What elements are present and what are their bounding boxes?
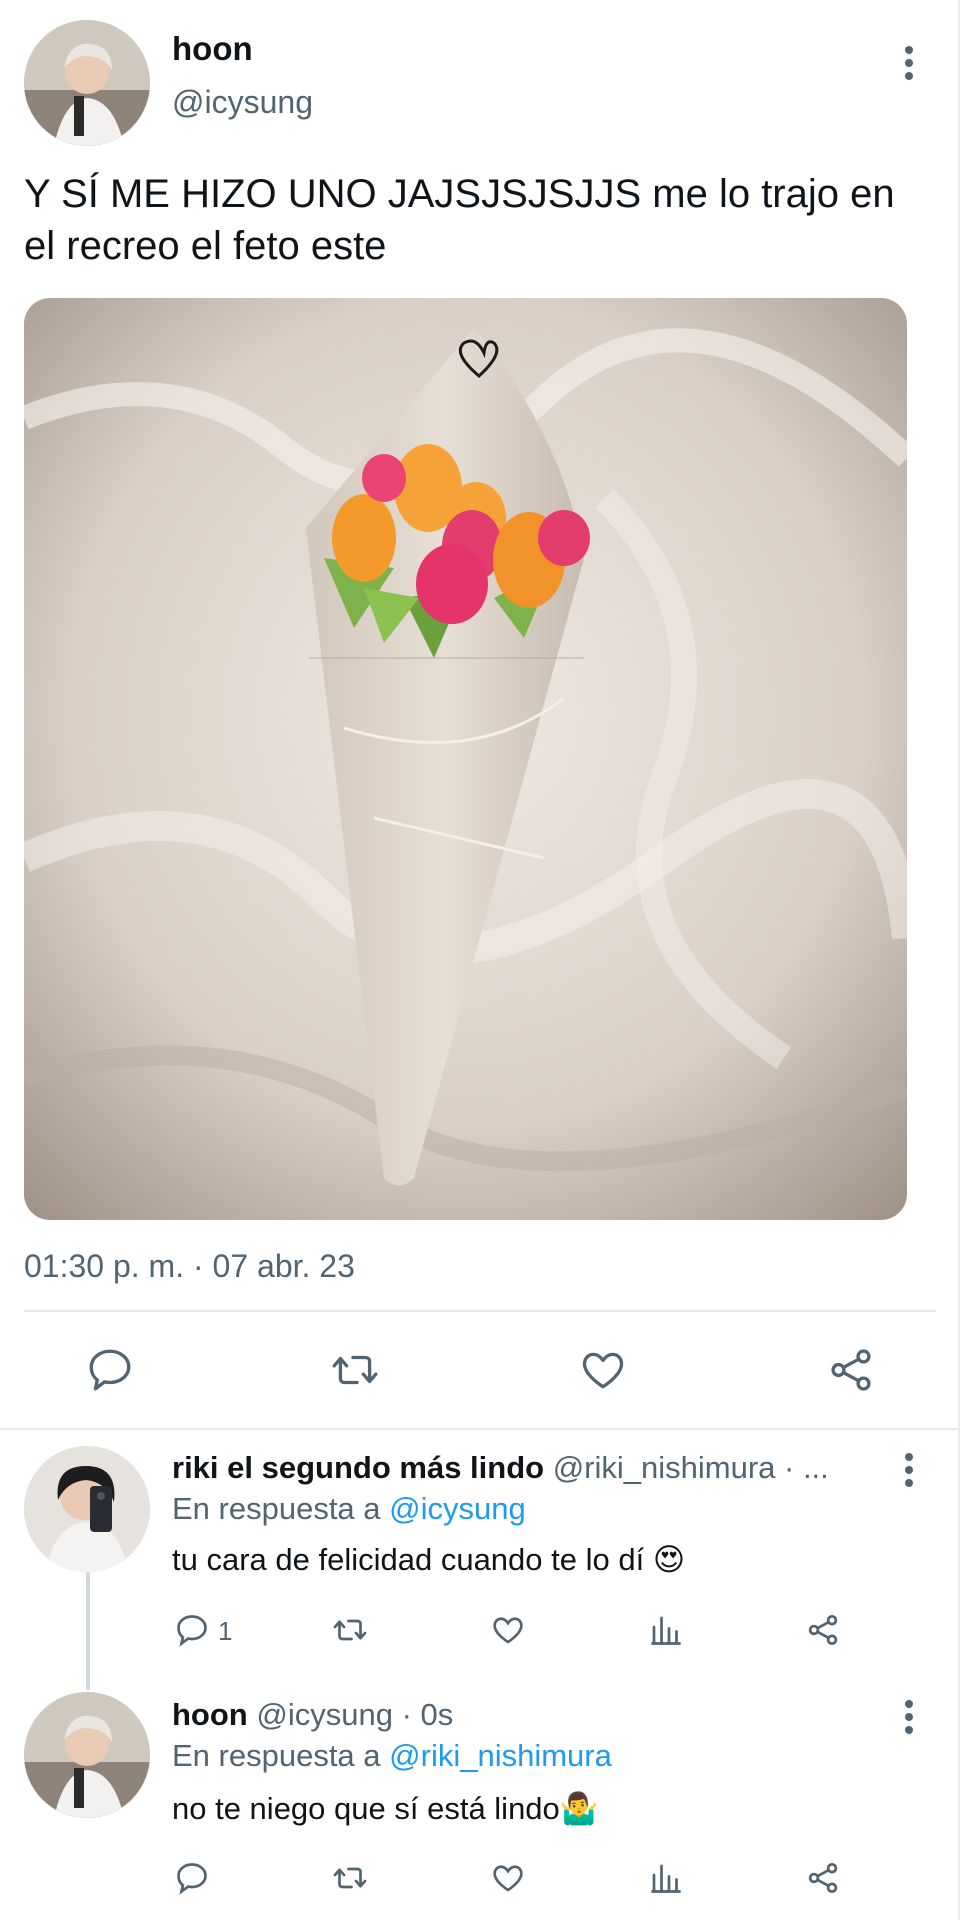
reply-icon[interactable] [85, 1345, 135, 1395]
reply-text: tu cara de felicidad cuando te lo dí 😍 [172, 1542, 686, 1577]
like-icon[interactable] [578, 1345, 628, 1395]
analytics-icon[interactable] [648, 1860, 684, 1896]
reply-context: En respuesta a @icysung [172, 1491, 526, 1527]
avatar[interactable] [24, 1446, 150, 1572]
reply-icon[interactable] [174, 1612, 210, 1648]
reply-header: hoon @icysung · 0s [172, 1697, 453, 1733]
retweet-icon[interactable] [332, 1860, 368, 1896]
reply-icon[interactable] [174, 1860, 210, 1896]
handle[interactable]: @icysung · 0s [256, 1697, 453, 1732]
more-options-icon[interactable] [904, 1453, 914, 1492]
more-options-icon[interactable] [904, 1700, 914, 1739]
reply-count: 1 [218, 1616, 233, 1646]
reply-prefix: En respuesta a [172, 1738, 381, 1773]
reply-context: En respuesta a @riki_nishimura [172, 1738, 612, 1774]
tweet-text: Y SÍ ME HIZO UNO JAJSJSJSJJS me lo trajo… [24, 172, 895, 268]
display-name[interactable]: hoon [172, 1697, 248, 1732]
handle[interactable]: @icysung [172, 84, 313, 121]
handle[interactable]: @riki_nishimura · ... [553, 1450, 829, 1485]
retweet-icon[interactable] [332, 1612, 368, 1648]
analytics-icon[interactable] [648, 1612, 684, 1648]
tweet-timestamp: 01:30 p. m. · 07 abr. 23 [24, 1248, 355, 1284]
avatar[interactable] [24, 1692, 150, 1818]
divider [24, 1310, 936, 1312]
retweet-icon[interactable] [330, 1345, 380, 1395]
share-icon[interactable] [805, 1612, 841, 1648]
thread-line [86, 1570, 90, 1690]
display-name[interactable]: riki el segundo más lindo [172, 1450, 544, 1485]
avatar[interactable] [24, 20, 150, 146]
reply-header: riki el segundo más lindo @riki_nishimur… [172, 1450, 872, 1486]
like-icon[interactable] [490, 1860, 526, 1896]
share-icon[interactable] [805, 1860, 841, 1896]
like-icon[interactable] [490, 1612, 526, 1648]
reply-text: no te niego que sí está lindo🤷‍♂️ [172, 1791, 599, 1826]
share-icon[interactable] [826, 1345, 876, 1395]
reply-to-mention[interactable]: @icysung [389, 1491, 526, 1526]
divider [0, 1428, 958, 1430]
reply-to-mention[interactable]: @riki_nishimura [389, 1738, 612, 1773]
reply-prefix: En respuesta a [172, 1491, 381, 1526]
right-border [958, 0, 960, 1920]
more-options-icon[interactable] [904, 46, 914, 85]
display-name[interactable]: hoon [172, 30, 253, 68]
tweet-photo[interactable] [24, 298, 907, 1220]
